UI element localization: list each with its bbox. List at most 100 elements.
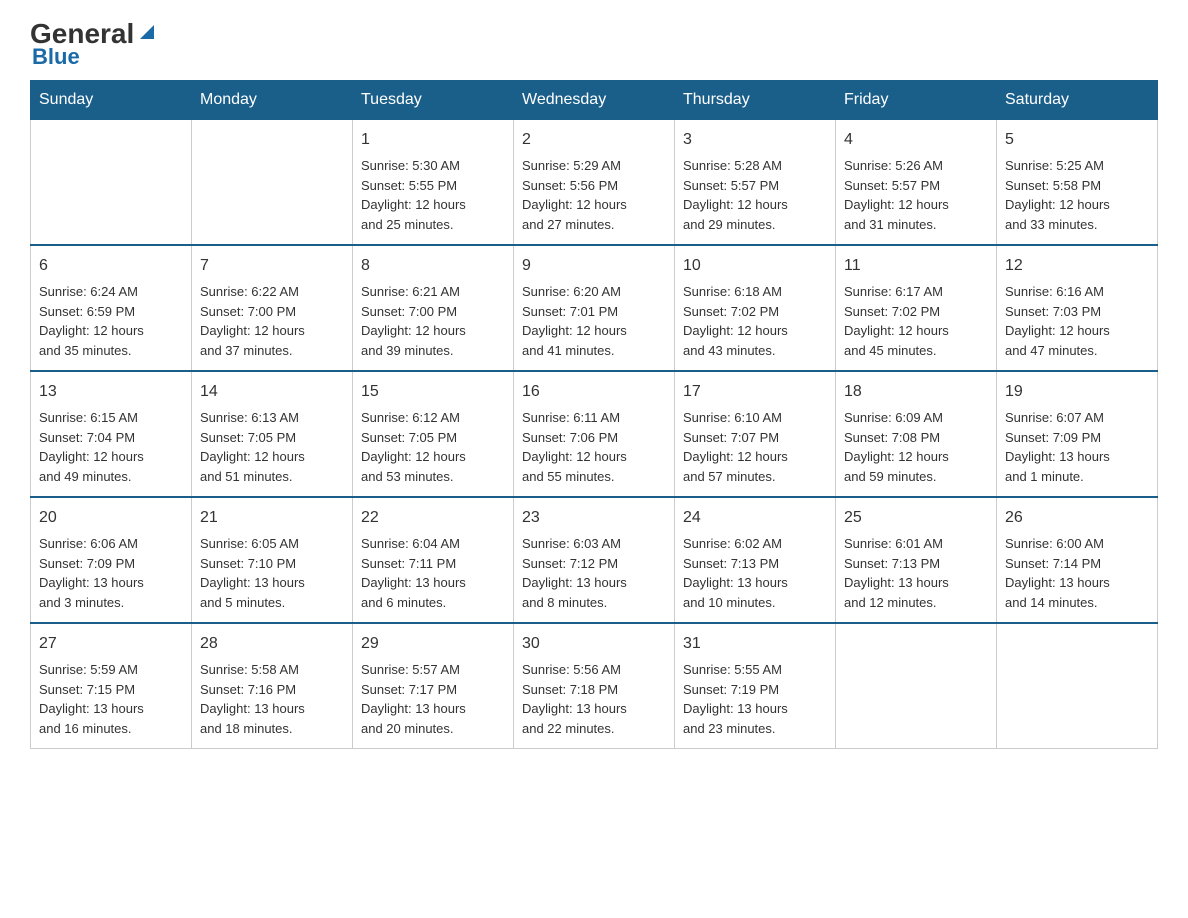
header-tuesday: Tuesday <box>353 81 514 120</box>
calendar-cell: 24Sunrise: 6:02 AMSunset: 7:13 PMDayligh… <box>675 497 836 623</box>
cell-info: Sunset: 7:01 PM <box>522 302 666 322</box>
cell-info: Sunrise: 6:15 AM <box>39 408 183 428</box>
logo: General Blue <box>30 20 158 70</box>
calendar-week-row: 1Sunrise: 5:30 AMSunset: 5:55 PMDaylight… <box>31 120 1158 246</box>
day-number: 23 <box>522 506 666 530</box>
day-number: 10 <box>683 254 827 278</box>
calendar-cell: 16Sunrise: 6:11 AMSunset: 7:06 PMDayligh… <box>514 371 675 497</box>
day-number: 5 <box>1005 128 1149 152</box>
cell-info: and 53 minutes. <box>361 467 505 487</box>
cell-info: Daylight: 13 hours <box>39 699 183 719</box>
cell-info: and 3 minutes. <box>39 593 183 613</box>
cell-info: Daylight: 12 hours <box>1005 195 1149 215</box>
day-number: 31 <box>683 632 827 656</box>
calendar-table: SundayMondayTuesdayWednesdayThursdayFrid… <box>30 80 1158 749</box>
calendar-cell: 17Sunrise: 6:10 AMSunset: 7:07 PMDayligh… <box>675 371 836 497</box>
cell-info: Daylight: 13 hours <box>1005 447 1149 467</box>
cell-info: Sunrise: 5:26 AM <box>844 156 988 176</box>
cell-info: Daylight: 13 hours <box>1005 573 1149 593</box>
cell-info: Sunrise: 5:56 AM <box>522 660 666 680</box>
day-number: 8 <box>361 254 505 278</box>
day-number: 16 <box>522 380 666 404</box>
cell-info: Sunset: 6:59 PM <box>39 302 183 322</box>
calendar-cell: 15Sunrise: 6:12 AMSunset: 7:05 PMDayligh… <box>353 371 514 497</box>
calendar-cell: 5Sunrise: 5:25 AMSunset: 5:58 PMDaylight… <box>997 120 1158 246</box>
day-number: 1 <box>361 128 505 152</box>
cell-info: Sunrise: 6:02 AM <box>683 534 827 554</box>
day-number: 13 <box>39 380 183 404</box>
cell-info: Sunrise: 6:20 AM <box>522 282 666 302</box>
cell-info: Sunrise: 6:17 AM <box>844 282 988 302</box>
cell-info: and 33 minutes. <box>1005 215 1149 235</box>
cell-info: Daylight: 12 hours <box>683 321 827 341</box>
cell-info: Daylight: 13 hours <box>200 699 344 719</box>
cell-info: Sunset: 7:06 PM <box>522 428 666 448</box>
cell-info: Sunset: 7:11 PM <box>361 554 505 574</box>
cell-info: Daylight: 12 hours <box>522 447 666 467</box>
cell-info: and 22 minutes. <box>522 719 666 739</box>
day-number: 29 <box>361 632 505 656</box>
calendar-cell: 31Sunrise: 5:55 AMSunset: 7:19 PMDayligh… <box>675 623 836 749</box>
cell-info: Daylight: 12 hours <box>361 321 505 341</box>
day-number: 25 <box>844 506 988 530</box>
cell-info: Sunrise: 5:29 AM <box>522 156 666 176</box>
cell-info: Sunrise: 6:10 AM <box>683 408 827 428</box>
calendar-cell: 26Sunrise: 6:00 AMSunset: 7:14 PMDayligh… <box>997 497 1158 623</box>
day-number: 17 <box>683 380 827 404</box>
day-number: 26 <box>1005 506 1149 530</box>
header-wednesday: Wednesday <box>514 81 675 120</box>
cell-info: and 47 minutes. <box>1005 341 1149 361</box>
cell-info: Sunrise: 6:04 AM <box>361 534 505 554</box>
cell-info: and 14 minutes. <box>1005 593 1149 613</box>
header-monday: Monday <box>192 81 353 120</box>
cell-info: Daylight: 12 hours <box>200 447 344 467</box>
cell-info: Sunset: 7:02 PM <box>844 302 988 322</box>
cell-info: and 41 minutes. <box>522 341 666 361</box>
cell-info: Sunrise: 6:06 AM <box>39 534 183 554</box>
cell-info: Daylight: 13 hours <box>361 573 505 593</box>
cell-info: and 16 minutes. <box>39 719 183 739</box>
calendar-cell: 27Sunrise: 5:59 AMSunset: 7:15 PMDayligh… <box>31 623 192 749</box>
cell-info: Sunset: 7:19 PM <box>683 680 827 700</box>
day-number: 11 <box>844 254 988 278</box>
cell-info: Sunset: 7:05 PM <box>200 428 344 448</box>
cell-info: Daylight: 13 hours <box>522 699 666 719</box>
cell-info: and 5 minutes. <box>200 593 344 613</box>
cell-info: Daylight: 13 hours <box>683 573 827 593</box>
cell-info: Sunset: 7:09 PM <box>1005 428 1149 448</box>
cell-info: Sunrise: 6:01 AM <box>844 534 988 554</box>
cell-info: and 8 minutes. <box>522 593 666 613</box>
cell-info: and 18 minutes. <box>200 719 344 739</box>
cell-info: Sunset: 7:16 PM <box>200 680 344 700</box>
cell-info: Sunrise: 6:16 AM <box>1005 282 1149 302</box>
calendar-cell: 14Sunrise: 6:13 AMSunset: 7:05 PMDayligh… <box>192 371 353 497</box>
cell-info: Sunrise: 6:13 AM <box>200 408 344 428</box>
cell-info: Sunset: 7:18 PM <box>522 680 666 700</box>
cell-info: Sunset: 7:12 PM <box>522 554 666 574</box>
calendar-week-row: 27Sunrise: 5:59 AMSunset: 7:15 PMDayligh… <box>31 623 1158 749</box>
cell-info: Daylight: 13 hours <box>522 573 666 593</box>
cell-info: Sunset: 7:10 PM <box>200 554 344 574</box>
day-number: 15 <box>361 380 505 404</box>
calendar-cell: 10Sunrise: 6:18 AMSunset: 7:02 PMDayligh… <box>675 245 836 371</box>
cell-info: Daylight: 13 hours <box>39 573 183 593</box>
cell-info: Sunrise: 6:22 AM <box>200 282 344 302</box>
cell-info: Sunset: 7:02 PM <box>683 302 827 322</box>
day-number: 30 <box>522 632 666 656</box>
cell-info: Sunset: 5:55 PM <box>361 176 505 196</box>
calendar-cell: 30 Sunrise: 5:56 AMSunset: 7:18 PMDayligh… <box>514 623 675 749</box>
cell-info: Daylight: 12 hours <box>361 195 505 215</box>
calendar-cell <box>31 120 192 246</box>
cell-info: Sunset: 7:17 PM <box>361 680 505 700</box>
cell-info: Daylight: 12 hours <box>1005 321 1149 341</box>
calendar-week-row: 6Sunrise: 6:24 AMSunset: 6:59 PMDaylight… <box>31 245 1158 371</box>
cell-info: Sunset: 7:14 PM <box>1005 554 1149 574</box>
day-number: 9 <box>522 254 666 278</box>
calendar-cell: 3Sunrise: 5:28 AMSunset: 5:57 PMDaylight… <box>675 120 836 246</box>
calendar-cell: 4Sunrise: 5:26 AMSunset: 5:57 PMDaylight… <box>836 120 997 246</box>
calendar-cell: 12Sunrise: 6:16 AMSunset: 7:03 PMDayligh… <box>997 245 1158 371</box>
cell-info: and 37 minutes. <box>200 341 344 361</box>
day-number: 18 <box>844 380 988 404</box>
calendar-cell: 22Sunrise: 6:04 AMSunset: 7:11 PMDayligh… <box>353 497 514 623</box>
cell-info: Daylight: 12 hours <box>683 447 827 467</box>
